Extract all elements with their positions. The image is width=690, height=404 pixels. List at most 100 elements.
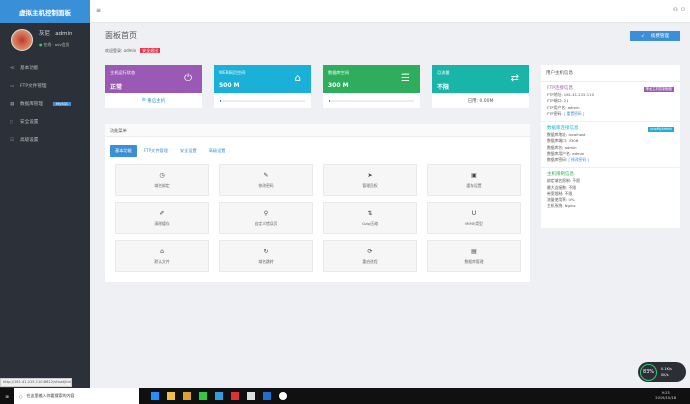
host-system: 主机系统: Nginx (547, 203, 576, 209)
card-value: 500 M (219, 82, 240, 89)
function-item[interactable]: ⚲ 自定义错误页 (219, 202, 313, 234)
function-icon: ⚲ (263, 209, 269, 217)
app3-icon[interactable] (279, 392, 287, 400)
taskbar: ⊞ ○ 在这里输入你要搜索的内容 9:23 2019/10/18 (0, 388, 690, 404)
function-icon: ✎ (263, 171, 269, 179)
user-login: admin (55, 31, 73, 37)
mail-icon[interactable] (247, 392, 255, 400)
ftp-pass-label: FTP密码: (547, 110, 563, 116)
database-icon: ☰ (401, 73, 410, 84)
function-item[interactable]: ◷ 域名绑定 (115, 164, 209, 196)
card-db-space: 数据库空间 300 M ☰ (323, 65, 420, 108)
shield-icon: ▯ (10, 119, 13, 125)
function-label: 重启进程 (362, 258, 378, 264)
function-item[interactable]: U MIME类型 (427, 202, 521, 234)
db-info: 数据库连接信息 phpMyAdmin 数据库地址: localhost 数据库端… (541, 122, 680, 169)
function-label: 缓存设置 (466, 182, 482, 188)
function-item[interactable]: ⇅ Gzip压缩 (323, 202, 417, 234)
menu-toggle-icon[interactable]: ≡ (96, 7, 101, 14)
tab-1[interactable]: FTP文件管理 (139, 145, 173, 157)
function-item[interactable]: ⌂ 默认文件 (115, 240, 209, 272)
cortana-icon: ○ (19, 393, 23, 399)
database-icon: ▦ (10, 101, 15, 107)
function-label: 默认文件 (154, 258, 170, 264)
top-bar: ≡ ☊ ⏻ (90, 0, 690, 23)
date: 2019/10/18 (655, 396, 676, 400)
function-item[interactable]: ⟳ 重启进程 (323, 240, 417, 272)
function-item[interactable]: ✐ 清除缓存 (115, 202, 209, 234)
restart-host-button[interactable]: ⚙ 重启主机 (105, 93, 202, 108)
sidebar-item-ftp[interactable]: ▭ FTP文件管理 (0, 77, 90, 95)
function-item[interactable]: ↻ 域名跳转 (219, 240, 313, 272)
taskbar-search[interactable]: ○ 在这里输入你要搜索的内容 (14, 388, 139, 404)
function-label: 域名跳转 (258, 258, 274, 264)
explorer-icon[interactable] (167, 392, 175, 400)
page-title: 面板首页 (105, 31, 137, 40)
hdd-icon: ⌂ (294, 73, 301, 84)
sidebar-item-security[interactable]: ▯ 安全设置 (0, 113, 90, 131)
speed-widget[interactable]: 83% 0.1K/s 0K/s (638, 362, 686, 382)
app2-icon[interactable] (263, 392, 271, 400)
function-item[interactable]: ▤ 数据库管理 (427, 240, 521, 272)
renew-label: 续费管理 (650, 34, 669, 39)
function-panel: 功能菜单 基本功能 FTP文件管理 安全设置 高级设置 ◷ 域名绑定 ✎ 修改密码 ➤ 管理员权… (105, 124, 530, 282)
ftp-badge: 神龙主机控制面板 (643, 87, 674, 92)
renew-button[interactable]: ➶ 续费管理 (630, 31, 680, 41)
store-icon[interactable] (183, 392, 191, 400)
app-icon[interactable] (199, 392, 207, 400)
function-label: 域名绑定 (154, 182, 170, 188)
browser-icon[interactable] (231, 392, 239, 400)
logout-button[interactable]: 安全退出 (140, 48, 161, 53)
function-icon: ▣ (471, 171, 477, 179)
function-icon: ↻ (263, 247, 269, 255)
sidebar-item-basic[interactable]: ≪ 基本功能 (0, 59, 90, 77)
reset-ftp-password-link[interactable]: [ 重置密码 ] (564, 111, 585, 116)
edge-icon[interactable] (151, 392, 159, 400)
sidebar-item-database[interactable]: ▦ 数据库管理 MySQL (0, 95, 90, 113)
ftp-info: FTP连接信息 神龙主机控制面板 FTP地址: 161.41.215.110 F… (541, 82, 680, 123)
sidebar-item-advanced[interactable]: ☑ 高级设置 (0, 131, 90, 149)
card-traffic: 月流量 不限 ⇄ 已用: 0.00M (432, 65, 529, 108)
phpmyadmin-badge[interactable]: phpMyAdmin (648, 127, 674, 133)
tab-3[interactable]: 高级设置 (204, 145, 231, 157)
function-icon: ◷ (159, 171, 165, 179)
sidebar-item-label: 数据库管理 (20, 102, 43, 107)
folder-icon: ▭ (10, 83, 15, 89)
function-label: 数据库管理 (464, 258, 484, 264)
host-info-panel: 用户主机信息 FTP连接信息 神龙主机控制面板 FTP地址: 161.41.21… (541, 65, 680, 228)
tab-2[interactable]: 安全设置 (175, 145, 202, 157)
sidebar-item-label: 安全设置 (20, 120, 39, 125)
function-icon: ⇅ (367, 209, 373, 217)
search-placeholder: 在这里输入你要搜索的内容 (26, 393, 75, 398)
download-speed: 0K/s (661, 373, 669, 377)
db-pass-label: 数据库密码: (547, 157, 568, 163)
function-item[interactable]: ✎ 修改密码 (219, 164, 313, 196)
function-item[interactable]: ➤ 管理员权 (323, 164, 417, 196)
status-url: http://161.41.215.110:8812/vhost/index.p… (0, 378, 72, 387)
headset-icon[interactable]: ☊ ⏻ (673, 7, 685, 13)
function-label: MIME类型 (465, 220, 483, 226)
tab-0[interactable]: 基本功能 (110, 145, 137, 157)
db-space-progress (329, 99, 414, 102)
welcome-line: 欢迎登录: admin 安全退出 (105, 48, 161, 54)
user-name: 灰尼 (39, 31, 51, 37)
function-label: 自定义错误页 (254, 220, 278, 226)
sidebar: 虚拟主机控制面板 灰尼 admin ● 在线 · adv会员 ≪ 基本功能 ▭ FT… (0, 0, 90, 388)
function-item[interactable]: ▣ 缓存设置 (427, 164, 521, 196)
change-db-password-link[interactable]: [ 修改密码 ] (568, 157, 589, 162)
function-label: 管理员权 (362, 182, 378, 188)
welcome-user: admin (123, 48, 137, 53)
restart-label: 重启主机 (147, 98, 166, 104)
power-icon: ⏻ (184, 73, 192, 84)
windows-start-icon[interactable]: ⊞ (0, 394, 14, 399)
web-space-progress (220, 99, 305, 102)
mysql-badge: MySQL (52, 102, 72, 106)
card-host-status: 主机运行状态 正常 ⏻ ⚙ 重启主机 (105, 65, 202, 108)
user-status: 在线 · adv会员 (43, 42, 70, 47)
exchange-icon: ⇄ (510, 73, 519, 84)
function-icon: ➤ (367, 171, 373, 179)
user-panel: 灰尼 admin ● 在线 · adv会员 (0, 23, 90, 57)
player-icon[interactable] (215, 392, 223, 400)
clock[interactable]: 9:23 2019/10/18 (655, 391, 676, 401)
function-icon: ⟳ (367, 247, 373, 255)
